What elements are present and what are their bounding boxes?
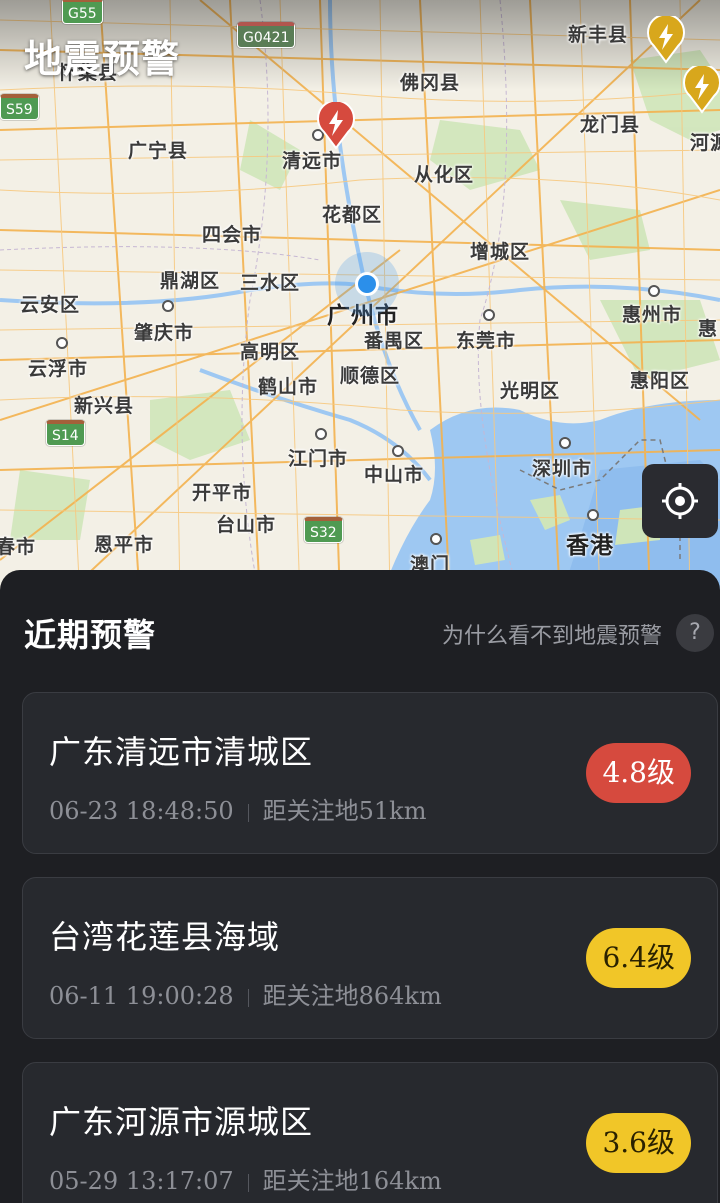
map-label: 三水区 [240, 272, 301, 294]
lightning-pin-icon[interactable] [646, 16, 686, 64]
alert-place: 广东河源市源城区 [49, 1103, 314, 1141]
magnitude-badge: 4.8级 [586, 743, 691, 803]
city-dot [56, 337, 68, 349]
panel-header: 近期预警 为什么看不到地震预警 ? [24, 610, 714, 660]
highway-shield-g0421: G0421 [237, 22, 296, 48]
magnitude-badge: 3.6级 [586, 1113, 691, 1173]
city-dot [483, 309, 495, 321]
map-label: 新丰县 [568, 24, 629, 46]
alert-card[interactable]: 广东清远市清城区 06-23 18:48:50 距关注地51km 4.8级 [22, 692, 718, 854]
map-label: 四会市 [202, 224, 263, 246]
map-label: 鼎湖区 [160, 270, 221, 292]
city-dot [648, 285, 660, 297]
app-title: 地震预警 [24, 37, 181, 81]
map-view[interactable]: G55 G0421 S59 S14 S32 新丰县 佛冈县 龙门县 河源 广宁县… [0, 0, 720, 600]
user-location-dot [355, 272, 379, 296]
map-label: 佛冈县 [400, 72, 461, 94]
map-label: 河源 [690, 132, 720, 154]
alert-time: 05-29 13:17:07 [49, 1167, 234, 1195]
why-no-alert-link[interactable]: 为什么看不到地震预警 [442, 618, 662, 650]
map-label: 花都区 [322, 204, 383, 226]
map-label: 惠 [698, 318, 719, 340]
map-label: 云安区 [20, 294, 81, 316]
map-label: 广宁县 [128, 140, 189, 162]
divider [247, 1173, 249, 1192]
map-label: 深圳市 [532, 458, 593, 480]
map-label: 高明区 [240, 341, 301, 363]
map-label: 开平市 [192, 482, 253, 504]
map-label: 鹤山市 [258, 376, 319, 398]
alert-distance: 距关注地864km [262, 982, 442, 1010]
map-label: 增城区 [470, 241, 531, 263]
lightning-pin-icon[interactable] [316, 102, 356, 150]
help-icon[interactable]: ? [676, 614, 714, 652]
alert-meta: 05-29 13:17:07 距关注地164km [49, 1161, 442, 1196]
map-label: 光明区 [500, 380, 561, 402]
alert-distance: 距关注地164km [262, 1167, 442, 1195]
alert-distance: 距关注地51km [262, 797, 427, 825]
map-label: 番禺区 [364, 330, 425, 352]
alert-time: 06-23 18:48:50 [49, 797, 234, 825]
map-label: 云浮市 [28, 358, 89, 380]
highway-shield-s14: S14 [46, 420, 85, 446]
alert-meta: 06-11 19:00:28 距关注地864km [49, 976, 442, 1011]
map-label: 新兴县 [74, 395, 135, 417]
map-label: 恩平市 [94, 534, 155, 556]
highway-shield-s32: S32 [304, 517, 343, 543]
map-label: 中山市 [364, 464, 425, 486]
alert-card[interactable]: 广东河源市源城区 05-29 13:17:07 距关注地164km 3.6级 [22, 1062, 718, 1203]
map-label: 顺德区 [340, 365, 401, 387]
alert-meta: 06-23 18:48:50 距关注地51km [49, 791, 426, 826]
map-label: 台山市 [216, 514, 277, 536]
map-label: 香港 [566, 533, 614, 559]
map-label: 惠州市 [622, 304, 683, 326]
map-label: 东莞市 [456, 330, 517, 352]
lightning-pin-icon[interactable] [682, 66, 720, 114]
city-dot [392, 445, 404, 457]
highway-shield-g55: G55 [62, 0, 103, 24]
city-dot [587, 509, 599, 521]
city-dot [559, 437, 571, 449]
map-label: 肇庆市 [134, 322, 195, 344]
user-location-marker [335, 252, 399, 316]
locate-icon [662, 483, 698, 519]
map-label: 春市 [0, 536, 37, 558]
divider [247, 803, 249, 822]
city-dot [430, 533, 442, 545]
locate-button[interactable] [642, 464, 718, 538]
map-label: 龙门县 [580, 114, 641, 136]
panel-title: 近期预警 [24, 616, 157, 654]
alert-card[interactable]: 台湾花莲县海域 06-11 19:00:28 距关注地864km 6.4级 [22, 877, 718, 1039]
alert-place: 台湾花莲县海域 [49, 918, 281, 956]
map-label: 清远市 [282, 150, 343, 172]
alert-place: 广东清远市清城区 [49, 733, 314, 771]
divider [247, 988, 249, 1007]
magnitude-badge: 6.4级 [586, 928, 691, 988]
city-dot [162, 300, 174, 312]
alert-time: 06-11 19:00:28 [49, 982, 234, 1010]
map-label: 江门市 [288, 448, 349, 470]
map-label: 惠阳区 [630, 370, 691, 392]
city-dot [315, 428, 327, 440]
map-label: 从化区 [414, 164, 475, 186]
highway-shield-s59: S59 [0, 94, 39, 120]
recent-alerts-panel: 近期预警 为什么看不到地震预警 ? 广东清远市清城区 06-23 18:48:5… [0, 570, 720, 1203]
